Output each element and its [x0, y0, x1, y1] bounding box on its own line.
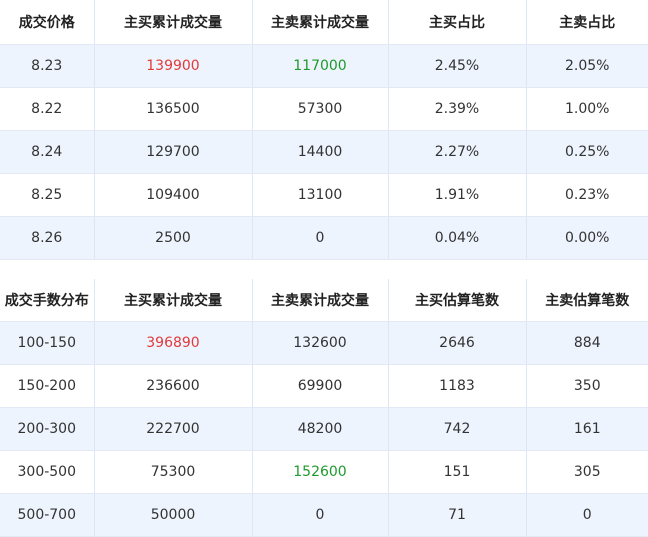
- cell-sell-ratio: 0.25%: [525, 130, 648, 174]
- cell-sell-count: 0: [525, 493, 648, 537]
- header-price[interactable]: 成交价格: [0, 0, 94, 45]
- cell-sell-ratio: 0.00%: [525, 216, 648, 260]
- cell-buy-count: 742: [387, 407, 526, 451]
- cell-sell-volume: 0: [251, 216, 388, 260]
- table-row: 150-200 236600 69900 1183 350: [0, 364, 648, 408]
- cell-buy-count: 2646: [387, 321, 526, 365]
- cell-sell-volume: 132600: [251, 321, 388, 365]
- table-row: 8.22 136500 57300 2.39% 1.00%: [0, 87, 648, 131]
- price-distribution-table: 成交价格 主买累计成交量 主卖累计成交量 主买占比 主卖占比 8.23 1399…: [0, 0, 648, 260]
- cell-lot-range: 100-150: [0, 321, 94, 365]
- table-row: 8.26 2500 0 0.04% 0.00%: [0, 216, 648, 260]
- table-row: 8.25 109400 13100 1.91% 0.23%: [0, 173, 648, 217]
- header-sell-volume[interactable]: 主卖累计成交量: [251, 0, 388, 45]
- cell-buy-count: 1183: [387, 364, 526, 408]
- cell-price: 8.26: [0, 216, 94, 260]
- cell-sell-ratio: 2.05%: [525, 44, 648, 88]
- cell-sell-count: 350: [525, 364, 648, 408]
- cell-buy-volume: 139900: [93, 44, 252, 88]
- table-row: 8.24 129700 14400 2.27% 0.25%: [0, 130, 648, 174]
- cell-buy-ratio: 1.91%: [387, 173, 526, 217]
- cell-lot-range: 150-200: [0, 364, 94, 408]
- lot-size-distribution-table: 成交手数分布 主买累计成交量 主卖累计成交量 主买估算笔数 主卖估算笔数 100…: [0, 279, 648, 537]
- header-buy-ratio[interactable]: 主买占比: [387, 0, 526, 45]
- cell-sell-volume: 69900: [251, 364, 388, 408]
- header-buy-volume[interactable]: 主买累计成交量: [93, 279, 252, 322]
- table-row: 200-300 222700 48200 742 161: [0, 407, 648, 451]
- header-lot-range[interactable]: 成交手数分布: [0, 279, 94, 322]
- cell-buy-volume: 222700: [93, 407, 252, 451]
- table-row: 300-500 75300 152600 151 305: [0, 450, 648, 494]
- cell-buy-volume: 109400: [93, 173, 252, 217]
- cell-sell-volume: 152600: [251, 450, 388, 494]
- cell-sell-ratio: 0.23%: [525, 173, 648, 217]
- table-row: 100-150 396890 132600 2646 884: [0, 321, 648, 365]
- table-row: 8.23 139900 117000 2.45% 2.05%: [0, 44, 648, 88]
- cell-price: 8.23: [0, 44, 94, 88]
- header-buy-volume[interactable]: 主买累计成交量: [93, 0, 252, 45]
- cell-buy-ratio: 2.39%: [387, 87, 526, 131]
- cell-price: 8.25: [0, 173, 94, 217]
- cell-lot-range: 500-700: [0, 493, 94, 537]
- header-sell-ratio[interactable]: 主卖占比: [525, 0, 648, 45]
- cell-buy-volume: 2500: [93, 216, 252, 260]
- cell-buy-volume: 50000: [93, 493, 252, 537]
- header-buy-count[interactable]: 主买估算笔数: [387, 279, 526, 322]
- cell-sell-count: 305: [525, 450, 648, 494]
- table-header-row: 成交手数分布 主买累计成交量 主卖累计成交量 主买估算笔数 主卖估算笔数: [0, 279, 648, 322]
- cell-buy-count: 71: [387, 493, 526, 537]
- cell-sell-volume: 48200: [251, 407, 388, 451]
- cell-sell-volume: 13100: [251, 173, 388, 217]
- cell-buy-ratio: 0.04%: [387, 216, 526, 260]
- cell-buy-volume: 129700: [93, 130, 252, 174]
- cell-sell-volume: 14400: [251, 130, 388, 174]
- cell-buy-ratio: 2.27%: [387, 130, 526, 174]
- table-spacer: [0, 260, 648, 279]
- cell-price: 8.22: [0, 87, 94, 131]
- cell-buy-volume: 136500: [93, 87, 252, 131]
- cell-buy-volume: 396890: [93, 321, 252, 365]
- cell-sell-count: 884: [525, 321, 648, 365]
- header-sell-volume[interactable]: 主卖累计成交量: [251, 279, 388, 322]
- cell-lot-range: 200-300: [0, 407, 94, 451]
- header-sell-count[interactable]: 主卖估算笔数: [525, 279, 648, 322]
- cell-buy-count: 151: [387, 450, 526, 494]
- cell-sell-volume: 0: [251, 493, 388, 537]
- cell-buy-ratio: 2.45%: [387, 44, 526, 88]
- table-header-row: 成交价格 主买累计成交量 主卖累计成交量 主买占比 主卖占比: [0, 0, 648, 45]
- cell-sell-volume: 117000: [251, 44, 388, 88]
- cell-sell-count: 161: [525, 407, 648, 451]
- cell-lot-range: 300-500: [0, 450, 94, 494]
- table-row: 500-700 50000 0 71 0: [0, 493, 648, 537]
- cell-sell-ratio: 1.00%: [525, 87, 648, 131]
- cell-buy-volume: 75300: [93, 450, 252, 494]
- cell-sell-volume: 57300: [251, 87, 388, 131]
- cell-price: 8.24: [0, 130, 94, 174]
- cell-buy-volume: 236600: [93, 364, 252, 408]
